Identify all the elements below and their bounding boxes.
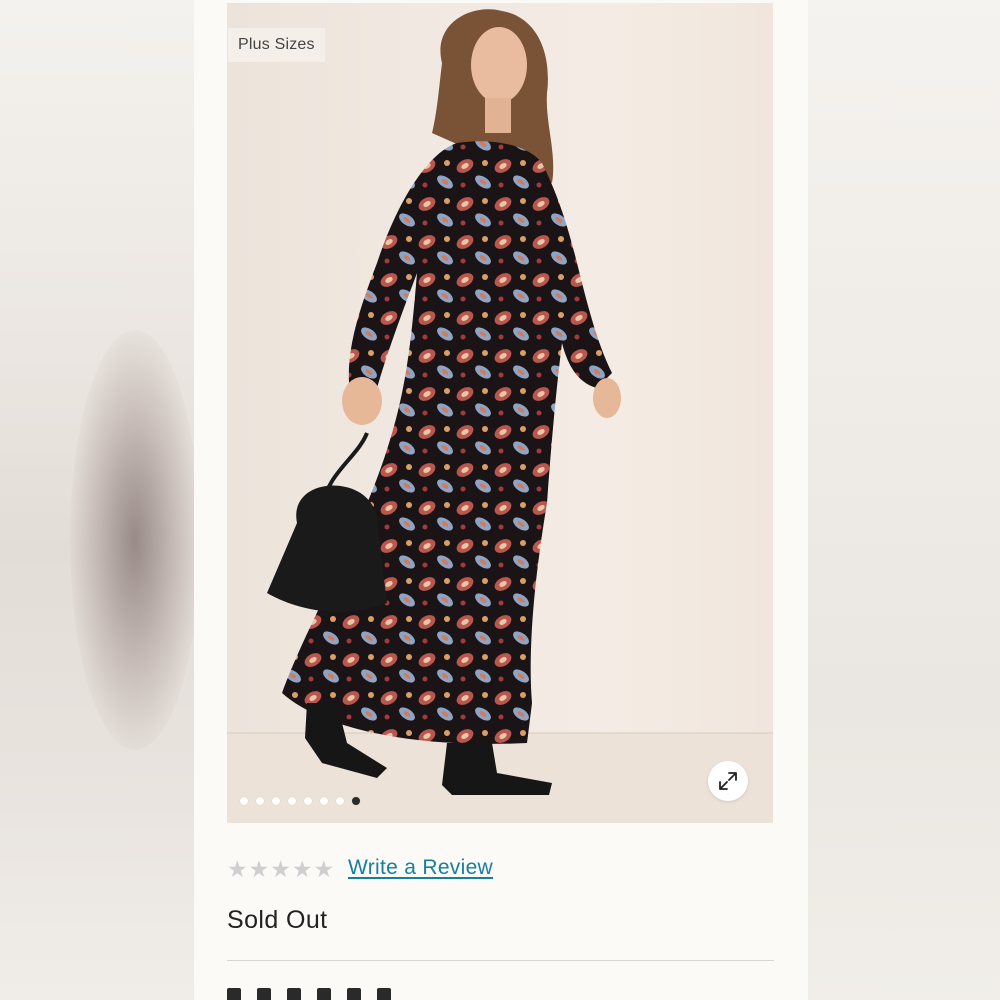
- carousel-dot[interactable]: [256, 797, 264, 805]
- blurred-background-left: [0, 0, 194, 1000]
- expand-arrows-icon: [719, 772, 737, 790]
- carousel-dot[interactable]: [320, 797, 328, 805]
- carousel-dot[interactable]: [304, 797, 312, 805]
- star-icon: ★: [270, 856, 291, 882]
- expand-image-button[interactable]: [708, 761, 748, 801]
- carousel-dots: [240, 797, 360, 805]
- write-review-link[interactable]: Write a Review: [348, 856, 493, 880]
- blurred-figure: [70, 330, 194, 750]
- carousel-dot[interactable]: [272, 797, 280, 805]
- cropped-text-row: [227, 988, 457, 1000]
- section-divider: [227, 960, 774, 961]
- rating-stars[interactable]: ★ ★ ★ ★ ★: [227, 855, 334, 883]
- carousel-dot-active[interactable]: [352, 797, 360, 805]
- availability-status: Sold Out: [227, 906, 328, 934]
- carousel-dot[interactable]: [336, 797, 344, 805]
- star-icon: ★: [227, 856, 248, 882]
- star-icon: ★: [248, 856, 270, 882]
- carousel-dot[interactable]: [288, 797, 296, 805]
- star-icon: ★: [291, 856, 313, 882]
- plus-sizes-badge: Plus Sizes: [228, 28, 325, 62]
- product-image[interactable]: [227, 3, 773, 823]
- blurred-background-right: [808, 0, 1000, 1000]
- star-icon: ★: [313, 856, 335, 882]
- carousel-dot[interactable]: [240, 797, 248, 805]
- model-illustration: [227, 9, 773, 823]
